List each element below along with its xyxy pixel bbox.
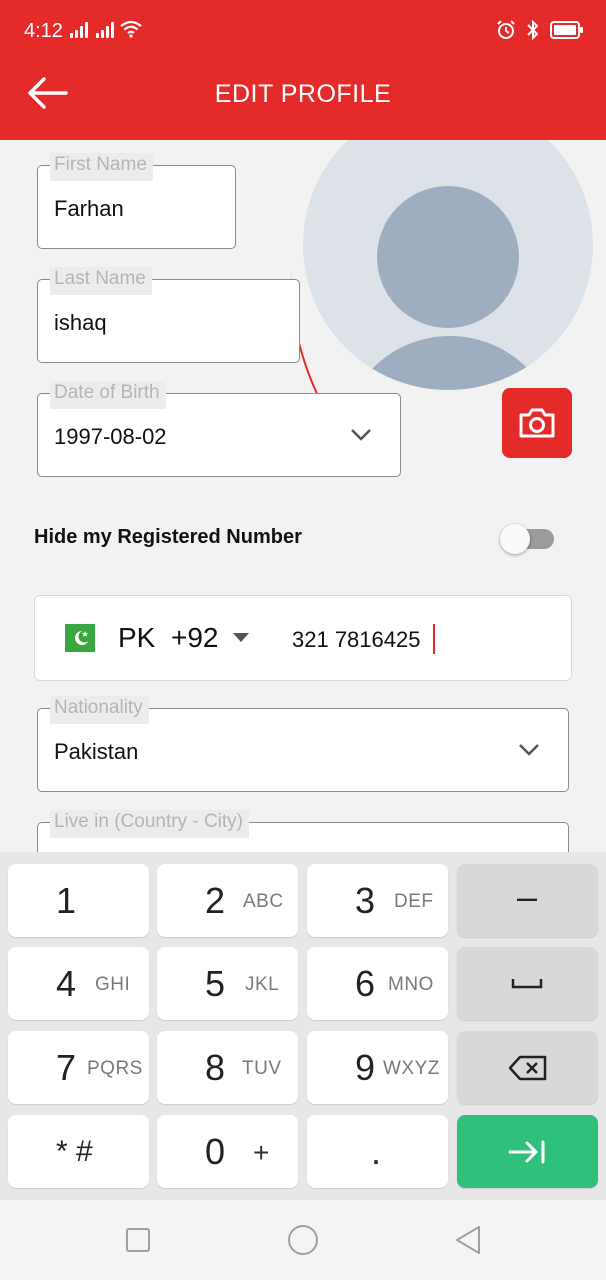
- key-letters: GHI: [95, 974, 131, 995]
- first-name-field[interactable]: First Name Farhan: [37, 153, 236, 249]
- first-name-label: First Name: [50, 153, 153, 181]
- numeric-keyboard: 1 2 ABC 3 DEF – 4 GHI 5 JKL 6 MNO 7 PQRS…: [0, 852, 606, 1200]
- key-star-hash[interactable]: * #: [8, 1115, 149, 1188]
- avatar-area: [291, 140, 606, 425]
- battery-icon: [550, 21, 583, 39]
- nationality-label: Nationality: [50, 696, 149, 724]
- key-letters: JKL: [245, 974, 280, 995]
- status-bar: 4:12: [0, 0, 606, 62]
- key-8[interactable]: 8 TUV: [157, 1031, 298, 1104]
- key-backspace[interactable]: [457, 1031, 598, 1104]
- triangle-back-icon[interactable]: [454, 1224, 482, 1256]
- page-title: EDIT PROFILE: [214, 80, 392, 108]
- key-next[interactable]: [457, 1115, 598, 1188]
- nationality-field[interactable]: Nationality Pakistan: [37, 696, 569, 792]
- key-space[interactable]: [457, 947, 598, 1020]
- tab-next-icon: [508, 1140, 545, 1164]
- key-3[interactable]: 3 DEF: [307, 864, 448, 937]
- date-of-birth-field[interactable]: Date of Birth 1997-08-02: [37, 381, 401, 477]
- key-5[interactable]: 5 JKL: [157, 947, 298, 1020]
- key-digit: 4: [56, 963, 77, 1004]
- chevron-down-icon: [519, 744, 539, 756]
- key-digit: 8: [205, 1047, 226, 1088]
- pakistan-flag-icon: [65, 624, 95, 652]
- hide-number-label: Hide my Registered Number: [34, 526, 302, 548]
- caret-down-icon[interactable]: [233, 633, 249, 642]
- key-letters: WXYZ: [383, 1058, 440, 1079]
- key-4[interactable]: 4 GHI: [8, 947, 149, 1020]
- key-1[interactable]: 1: [8, 864, 149, 937]
- key-digit: 0: [205, 1131, 226, 1172]
- key-2[interactable]: 2 ABC: [157, 864, 298, 937]
- key-letters: DEF: [394, 891, 434, 912]
- dial-code[interactable]: +92: [171, 622, 219, 654]
- live-in-label: Live in (Country - City): [50, 810, 249, 838]
- key-digit: 2: [205, 880, 226, 921]
- first-name-value: Farhan: [54, 196, 124, 221]
- camera-icon: [519, 408, 555, 438]
- signal-icon: [70, 22, 88, 38]
- key-digit: 9: [355, 1047, 376, 1088]
- date-of-birth-value: 1997-08-02: [54, 424, 167, 449]
- bluetooth-icon: [527, 20, 539, 40]
- key-digit: 7: [56, 1047, 77, 1088]
- text-cursor: [433, 624, 435, 654]
- minus-icon: –: [517, 876, 538, 917]
- phone-number-input[interactable]: 321 7816425: [292, 627, 420, 653]
- wifi-icon: [120, 20, 142, 38]
- key-0[interactable]: 0 +: [157, 1115, 298, 1188]
- chevron-down-icon: [351, 429, 371, 441]
- key-digit: .: [371, 1131, 382, 1172]
- key-9[interactable]: 9 WXYZ: [307, 1031, 448, 1104]
- key-dot[interactable]: .: [307, 1115, 448, 1188]
- square-icon[interactable]: [126, 1228, 150, 1252]
- key-digit: * #: [56, 1135, 93, 1168]
- space-icon: [511, 979, 543, 989]
- last-name-value: ishaq: [54, 310, 107, 335]
- circle-icon[interactable]: [288, 1225, 318, 1255]
- key-digit: 1: [56, 880, 77, 921]
- key-digit: 3: [355, 880, 376, 921]
- key-minus[interactable]: –: [457, 864, 598, 937]
- nationality-value: Pakistan: [54, 739, 139, 764]
- signal-icon: [96, 22, 114, 38]
- key-letters: PQRS: [87, 1058, 143, 1079]
- avatar-body: [341, 336, 559, 390]
- key-letters: ABC: [243, 891, 284, 912]
- key-7[interactable]: 7 PQRS: [8, 1031, 149, 1104]
- status-icons: [496, 20, 584, 40]
- phone-input-box[interactable]: PK +92 321 7816425: [34, 595, 572, 681]
- status-time: 4:12: [24, 20, 63, 42]
- system-nav-bar: [0, 1200, 606, 1280]
- avatar-head: [377, 186, 519, 328]
- key-digit: 5: [205, 963, 226, 1004]
- key-digit: 6: [355, 963, 376, 1004]
- date-of-birth-label: Date of Birth: [50, 381, 166, 409]
- app-header: EDIT PROFILE: [0, 62, 606, 140]
- backspace-icon: [508, 1055, 547, 1081]
- key-letters: MNO: [388, 974, 434, 995]
- edit-profile-screen: 4:12 EDIT PROFILE First Name Farhan Last…: [0, 0, 606, 1280]
- toggle-thumb: [500, 524, 530, 554]
- country-code[interactable]: PK: [118, 622, 155, 654]
- change-photo-button[interactable]: [502, 388, 572, 458]
- hide-number-toggle[interactable]: [500, 524, 554, 554]
- key-letters: +: [253, 1137, 270, 1168]
- key-6[interactable]: 6 MNO: [307, 947, 448, 1020]
- last-name-field[interactable]: Last Name ishaq: [37, 267, 300, 363]
- last-name-label: Last Name: [50, 267, 152, 295]
- key-letters: TUV: [242, 1058, 282, 1079]
- alarm-icon: [497, 20, 515, 39]
